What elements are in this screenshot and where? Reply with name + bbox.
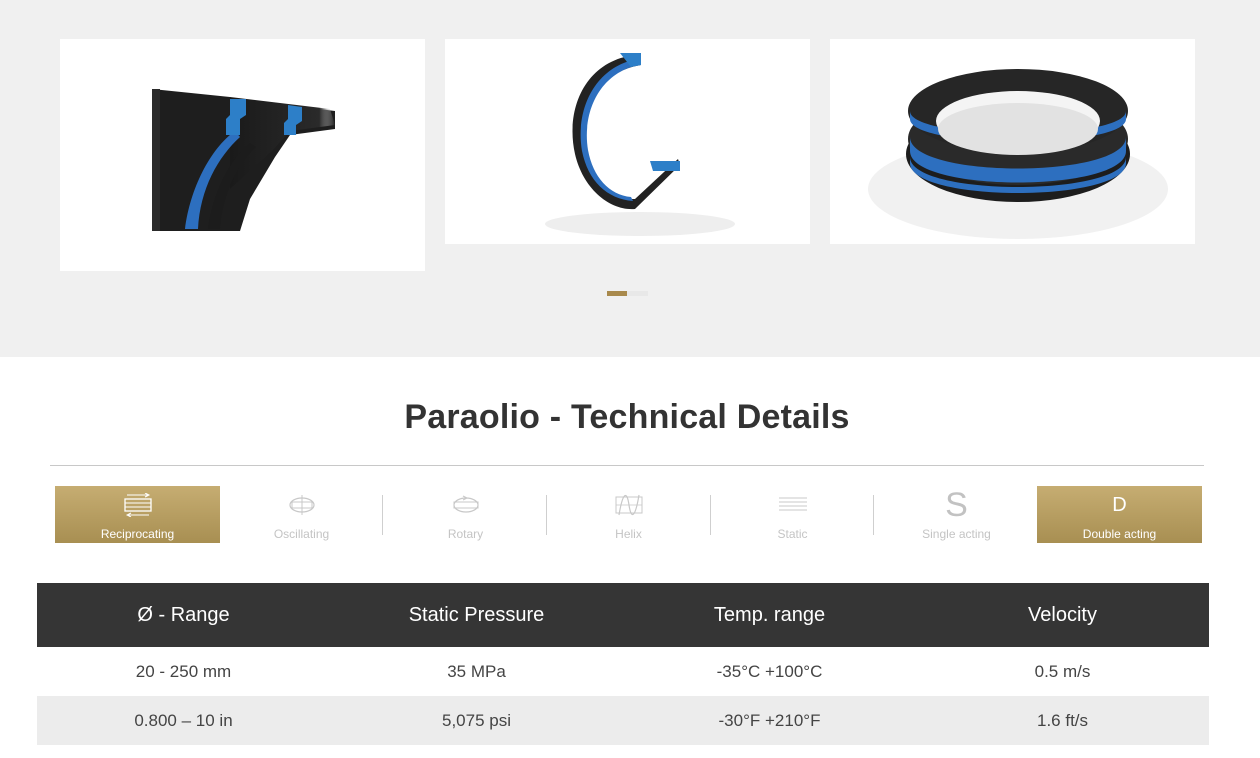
table-cell: 1.6 ft/s [1036, 710, 1089, 730]
motion-label: Oscillating [273, 527, 330, 541]
motion-reciprocating[interactable]: Reciprocating [55, 486, 220, 543]
static-icon [710, 492, 875, 518]
specs-table: Ø - Range Static Pressure Temp. range Ve… [37, 583, 1209, 745]
motion-double-acting[interactable]: D Double acting [1037, 486, 1202, 543]
gallery-image-seal-ring-cutaway[interactable] [445, 39, 810, 244]
seal-ring-illustration [868, 69, 1168, 239]
table-cell: 5,075 psi [442, 710, 511, 730]
specs-header-row: Ø - Range Static Pressure Temp. range Ve… [37, 583, 1209, 647]
motion-label: Rotary [447, 527, 484, 541]
title-divider [50, 465, 1204, 466]
gallery-image-seal-ring[interactable] [830, 39, 1195, 244]
double-acting-icon: D [1112, 494, 1127, 516]
carousel-dot-2[interactable] [627, 291, 648, 296]
motion-label: Reciprocating [100, 527, 175, 541]
header-cell: Velocity [1028, 603, 1097, 626]
table-cell: -30°F +210°F [718, 710, 821, 730]
helix-icon [546, 492, 711, 518]
image-gallery [0, 0, 1260, 357]
motion-label: Double acting [1082, 527, 1157, 541]
single-acting-icon: S [945, 486, 968, 524]
table-row: 20 - 250 mm 35 MPa -35°C +100°C 0.5 m/s [37, 647, 1209, 696]
table-cell: 35 MPa [447, 661, 506, 681]
seal-ring-cutaway-illustration [545, 53, 735, 236]
motion-label: Static [777, 527, 808, 541]
table-cell: 0.800 – 10 in [134, 710, 233, 730]
header-cell: Temp. range [713, 603, 826, 626]
table-cell: 0.5 m/s [1034, 661, 1091, 681]
motion-label: Single acting [922, 527, 991, 541]
header-cell: Static Pressure [408, 603, 545, 626]
carousel-dots [607, 291, 648, 296]
gallery-image-seal-cross-section[interactable] [60, 39, 425, 271]
oscillating-icon [219, 492, 384, 518]
seal-cross-section-illustration [152, 89, 335, 231]
motion-oscillating[interactable]: Oscillating [219, 486, 384, 543]
table-cell: 20 - 250 mm [135, 661, 232, 681]
page-title: Paraolio - Technical Details [404, 398, 850, 436]
motion-label: Helix [615, 527, 642, 541]
table-row: 0.800 – 10 in 5,075 psi -30°F +210°F 1.6… [37, 696, 1209, 745]
motion-static[interactable]: Static [710, 486, 875, 543]
motion-type-selector: Reciprocating Oscillating Rotary Helix S… [55, 486, 1202, 543]
reciprocating-icon [55, 492, 220, 518]
motion-rotary[interactable]: Rotary [383, 486, 548, 543]
carousel-dot-1[interactable] [607, 291, 627, 296]
header-cell: Ø - Range [137, 603, 230, 626]
motion-single-acting[interactable]: S Single acting [874, 486, 1039, 543]
rotary-icon [383, 492, 548, 518]
table-cell: -35°C +100°C [716, 661, 823, 681]
motion-helix[interactable]: Helix [546, 486, 711, 543]
